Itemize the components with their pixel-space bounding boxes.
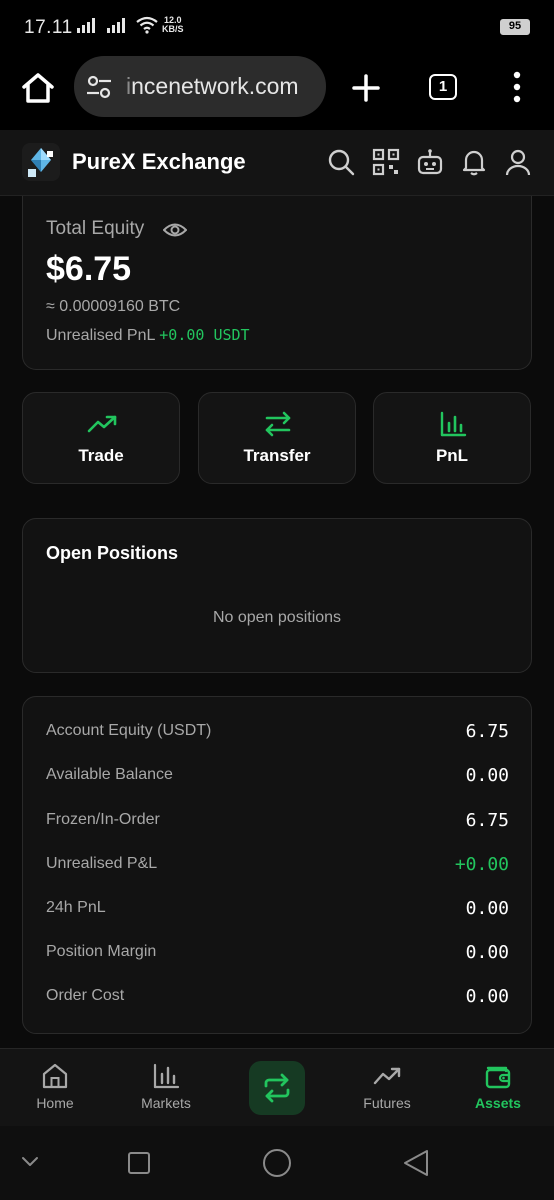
url-text: incenetwork.com bbox=[126, 73, 299, 100]
bell-icon[interactable] bbox=[460, 148, 488, 176]
signal-icon-2 bbox=[107, 18, 125, 33]
new-tab-icon[interactable] bbox=[350, 68, 382, 108]
tab-switcher-button[interactable]: 1 bbox=[429, 74, 457, 100]
site-settings-icon[interactable] bbox=[86, 74, 112, 100]
summary-value: 0.00 bbox=[465, 898, 509, 919]
total-equity-card: Total Equity $6.75 ≈ 0.00009160 BTC Unre… bbox=[22, 196, 532, 370]
summary-row: Account Equity (USDT) 6.75 bbox=[46, 721, 509, 746]
summary-value: 6.75 bbox=[465, 810, 509, 831]
trending-up-icon bbox=[87, 415, 117, 433]
pnl-button[interactable]: PnL bbox=[373, 392, 531, 484]
transfer-label: Transfer bbox=[243, 446, 311, 465]
summary-row: Position Margin 0.00 bbox=[46, 942, 509, 967]
url-bar[interactable]: incenetwork.com bbox=[74, 56, 326, 117]
unrealised-pnl-value: +0.00 USDT bbox=[159, 326, 250, 344]
transfer-button[interactable]: Transfer bbox=[198, 392, 356, 484]
nav-assets-label: Assets bbox=[475, 1095, 521, 1111]
eye-icon[interactable] bbox=[163, 220, 187, 240]
trade-button[interactable]: Trade bbox=[22, 392, 180, 484]
summary-value: +0.00 bbox=[454, 854, 509, 875]
summary-row: Available Balance 0.00 bbox=[46, 765, 509, 790]
unrealised-pnl-label: Unrealised PnL bbox=[46, 327, 155, 344]
home-icon bbox=[42, 1063, 68, 1089]
swap-button[interactable] bbox=[249, 1061, 305, 1115]
no-positions-text: No open positions bbox=[212, 609, 342, 626]
more-menu-icon[interactable] bbox=[510, 70, 524, 104]
bar-chart-icon bbox=[440, 411, 467, 437]
bot-icon[interactable] bbox=[416, 148, 444, 176]
summary-row: Unrealised P&L +0.00 bbox=[46, 854, 509, 879]
battery-icon: 95 bbox=[500, 19, 530, 35]
home-icon[interactable] bbox=[18, 68, 58, 108]
summary-label: Position Margin bbox=[46, 943, 157, 960]
markets-chart-icon bbox=[153, 1063, 180, 1089]
nav-futures[interactable]: Futures bbox=[332, 1049, 442, 1127]
summary-value: 0.00 bbox=[465, 942, 509, 963]
swap-arrows-icon bbox=[264, 1073, 290, 1103]
summary-row: 24h PnL 0.00 bbox=[46, 898, 509, 923]
unrealised-pnl: Unrealised PnL +0.00 USDT bbox=[46, 326, 250, 345]
account-summary-card: Account Equity (USDT) 6.75 Available Bal… bbox=[22, 696, 532, 1034]
status-time: 17.11 bbox=[24, 17, 73, 38]
recents-icon[interactable] bbox=[127, 1151, 151, 1175]
net-speed-unit: KB/S bbox=[162, 24, 184, 34]
bottom-nav: Home Markets Futures Assets bbox=[0, 1048, 554, 1126]
status-bar: 17.11 12.0 KB/S 95 bbox=[0, 0, 554, 56]
home-circle-icon[interactable] bbox=[262, 1148, 292, 1178]
summary-row: Order Cost 0.00 bbox=[46, 986, 509, 1011]
summary-label: Available Balance bbox=[46, 766, 173, 783]
nav-home-label: Home bbox=[36, 1095, 74, 1111]
open-positions-card: Open Positions No open positions bbox=[22, 518, 532, 673]
wallet-icon bbox=[485, 1066, 511, 1089]
nav-home[interactable]: Home bbox=[0, 1049, 110, 1127]
pnl-label: PnL bbox=[435, 446, 469, 465]
summary-value: 0.00 bbox=[465, 986, 509, 1007]
summary-label: Unrealised P&L bbox=[46, 855, 158, 872]
trade-label: Trade bbox=[78, 446, 124, 465]
chevron-down-icon[interactable] bbox=[20, 1154, 40, 1168]
url-main: ncenetwork.com bbox=[131, 73, 299, 99]
qr-code-icon[interactable] bbox=[372, 148, 400, 176]
summary-value: 0.00 bbox=[465, 765, 509, 786]
nav-assets[interactable]: Assets bbox=[443, 1049, 553, 1127]
nav-futures-label: Futures bbox=[363, 1095, 411, 1111]
summary-label: Account Equity (USDT) bbox=[46, 722, 212, 739]
wifi-icon bbox=[136, 16, 158, 34]
nav-markets[interactable]: Markets bbox=[111, 1049, 221, 1127]
browser-toolbar: incenetwork.com 1 bbox=[0, 56, 554, 130]
app-title: PureX Exchange bbox=[72, 149, 246, 174]
android-nav-bar bbox=[0, 1126, 554, 1200]
user-icon[interactable] bbox=[504, 148, 532, 176]
search-icon[interactable] bbox=[327, 148, 355, 176]
app-header: PureX Exchange bbox=[0, 130, 554, 196]
transfer-arrows-icon bbox=[265, 411, 291, 437]
trending-up-icon bbox=[373, 1067, 401, 1085]
summary-row: Frozen/In-Order 6.75 bbox=[46, 810, 509, 835]
total-equity-label: Total Equity bbox=[46, 218, 145, 239]
back-triangle-icon[interactable] bbox=[402, 1148, 430, 1178]
nav-markets-label: Markets bbox=[141, 1095, 191, 1111]
purex-logo[interactable] bbox=[22, 143, 60, 181]
equity-btc-value: ≈ 0.00009160 BTC bbox=[46, 298, 181, 315]
signal-icons bbox=[76, 16, 158, 34]
net-speed: 12.0 KB/S bbox=[162, 16, 184, 34]
summary-label: Order Cost bbox=[46, 987, 125, 1004]
signal-icon bbox=[77, 18, 95, 33]
summary-label: 24h PnL bbox=[46, 899, 106, 916]
open-positions-title: Open Positions bbox=[46, 543, 179, 563]
total-equity-value: $6.75 bbox=[46, 250, 132, 288]
summary-label: Frozen/In-Order bbox=[46, 811, 160, 828]
summary-value: 6.75 bbox=[465, 721, 509, 742]
